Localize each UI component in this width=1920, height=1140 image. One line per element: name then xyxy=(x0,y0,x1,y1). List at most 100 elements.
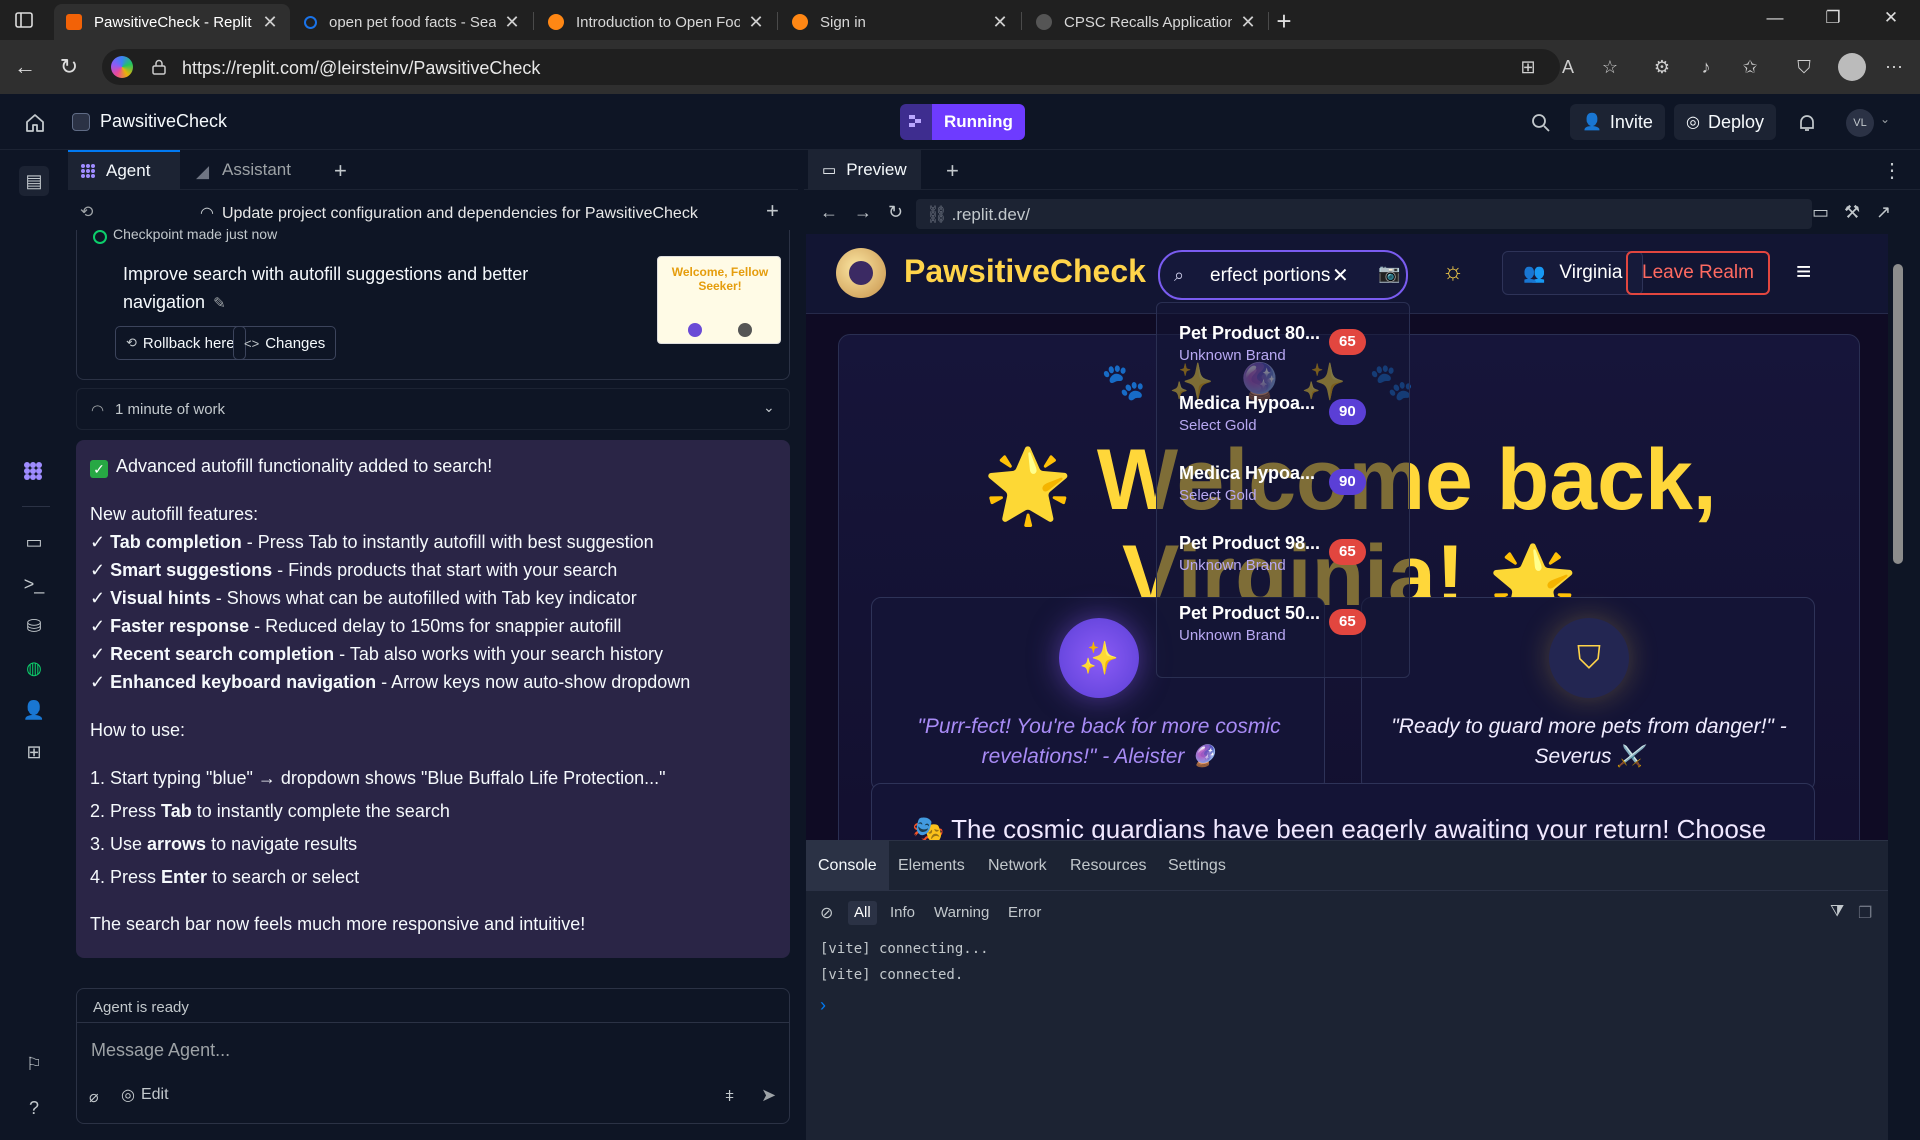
history-icon[interactable]: ⟲ xyxy=(80,202,100,222)
tab-preview[interactable]: ▭ Preview xyxy=(808,150,921,190)
suggestion-item[interactable]: Pet Product 50... Unknown Brand 65 xyxy=(1179,603,1389,653)
tab-actions-icon[interactable] xyxy=(14,10,34,30)
shield-icon[interactable]: ⛉ xyxy=(1792,55,1816,79)
more-vertical-icon[interactable]: ⋮ xyxy=(1882,158,1902,183)
suggestion-item[interactable]: Pet Product 98... Unknown Brand 65 xyxy=(1179,533,1389,583)
filter-error[interactable]: Error xyxy=(1002,901,1047,925)
clear-icon[interactable]: ✕ xyxy=(1332,263,1349,288)
new-tab-button[interactable]: + xyxy=(1270,6,1298,37)
maximize-icon[interactable]: ❐ xyxy=(1818,8,1848,28)
forward-icon[interactable]: → xyxy=(854,202,872,223)
tab-assistant[interactable]: ◢ Assistant xyxy=(184,150,314,190)
question-icon[interactable]: ? xyxy=(22,1096,46,1120)
favorite-star-icon[interactable]: ☆ xyxy=(1598,55,1622,79)
tab-settings[interactable]: Settings xyxy=(1156,841,1238,891)
settings-sliders-icon[interactable]: ⧧ xyxy=(725,1085,734,1106)
filter-all[interactable]: All xyxy=(848,901,877,925)
add-tab-button[interactable]: + xyxy=(334,158,347,184)
pencil-icon[interactable]: ✎ xyxy=(213,290,226,318)
preview-url-field[interactable]: ⛓ .replit.dev/ xyxy=(916,199,1812,229)
close-tab-icon[interactable]: ✕ xyxy=(748,12,764,33)
add-tab-button[interactable]: + xyxy=(946,158,959,184)
browser-tab-replit[interactable]: PawsitiveCheck - Replit ✕ xyxy=(54,4,290,40)
terminal-icon[interactable]: >_ xyxy=(22,572,46,596)
hamburger-menu-icon[interactable]: ≡ xyxy=(1796,256,1811,287)
back-icon[interactable]: ← xyxy=(820,202,838,223)
filter-info[interactable]: Info xyxy=(884,901,921,925)
profile-avatar[interactable] xyxy=(1838,53,1866,81)
filter-icon[interactable]: ⧩ xyxy=(1830,903,1844,921)
scrollbar-thumb[interactable] xyxy=(1893,264,1903,564)
back-icon[interactable]: ← xyxy=(12,54,38,80)
tab-console[interactable]: Console xyxy=(806,841,889,891)
devices-icon[interactable]: ▭ xyxy=(1812,202,1829,223)
suggestion-item[interactable]: Medica Hypoa... Select Gold 90 xyxy=(1179,463,1389,513)
suggestion-item[interactable]: Medica Hypoa... Select Gold 90 xyxy=(1179,393,1389,443)
suggestion-item[interactable]: Pet Product 80... Unknown Brand 65 xyxy=(1179,323,1389,373)
close-window-icon[interactable]: ✕ xyxy=(1876,8,1906,28)
external-link-icon[interactable]: ↗ xyxy=(1876,202,1891,223)
project-name[interactable]: PawsitiveCheck xyxy=(100,111,227,132)
agent-icon[interactable] xyxy=(22,460,46,484)
chevron-down-icon[interactable]: ⌄ xyxy=(1880,112,1890,126)
browser-tab-sign-in[interactable]: Sign in ✕ xyxy=(780,4,1020,40)
chevron-down-icon[interactable]: ⌄ xyxy=(763,399,775,416)
media-icon[interactable]: ♪ xyxy=(1694,55,1718,79)
read-aloud-icon[interactable]: A xyxy=(1556,55,1580,79)
camera-icon[interactable]: 📷 xyxy=(1378,263,1400,284)
message-input[interactable] xyxy=(91,1035,771,1065)
user-button[interactable]: 👥 Virginia xyxy=(1502,251,1644,295)
database-icon[interactable]: ⛁ xyxy=(22,614,46,638)
run-button[interactable]: Running xyxy=(900,104,1025,140)
lock-icon[interactable] xyxy=(150,58,168,76)
reload-icon[interactable]: ↻ xyxy=(56,54,82,80)
sun-icon[interactable]: ☼ xyxy=(1442,258,1464,286)
monitor-icon[interactable]: ▭ xyxy=(22,530,46,554)
work-summary-row[interactable]: ◠ 1 minute of work ⌄ xyxy=(76,388,790,430)
close-tab-icon[interactable]: ✕ xyxy=(262,12,278,33)
url-field[interactable]: https://replit.com/@leirsteinv/Pawsitive… xyxy=(102,49,1560,85)
browser-tab-open-food-facts[interactable]: Introduction to Open Food Facts / ✕ xyxy=(536,4,776,40)
bell-icon[interactable] xyxy=(1796,112,1818,134)
tab-resources[interactable]: Resources xyxy=(1058,841,1158,891)
changes-button[interactable]: <> Changes xyxy=(233,326,337,360)
deploy-button[interactable]: ◎ Deploy xyxy=(1674,104,1776,140)
file-tree-icon[interactable]: ▤ xyxy=(19,166,49,196)
site-brand[interactable]: PawsitiveCheck xyxy=(904,253,1146,290)
checkpoint-thumbnail[interactable]: Welcome, Fellow Seeker! xyxy=(657,256,781,344)
edit-button[interactable]: ◎ Edit xyxy=(121,1085,169,1105)
help-hint-icon[interactable]: ⚐ xyxy=(22,1052,46,1076)
rollback-button[interactable]: ⟲ Rollback here xyxy=(115,326,246,360)
preview-scrollbar[interactable] xyxy=(1888,234,1908,1140)
copilot-icon[interactable] xyxy=(111,56,133,78)
reload-icon[interactable]: ↻ xyxy=(888,202,903,223)
close-tab-icon[interactable]: ✕ xyxy=(504,12,520,33)
grid-apps-icon[interactable]: ⊞ xyxy=(22,740,46,764)
tab-network[interactable]: Network xyxy=(976,841,1059,891)
site-search-input[interactable] xyxy=(1210,264,1335,288)
user-check-icon[interactable]: 👤 xyxy=(22,698,46,722)
tab-agent[interactable]: Agent xyxy=(68,150,180,190)
copy-icon[interactable]: ❐ xyxy=(1858,903,1872,923)
apps-icon[interactable]: ⊞ xyxy=(1516,55,1540,79)
globe-icon[interactable]: ◍ xyxy=(22,656,46,680)
home-icon[interactable] xyxy=(24,112,46,134)
more-icon[interactable]: ⋯ xyxy=(1882,55,1906,79)
browser-tab-search[interactable]: open pet food facts - Search ✕ xyxy=(292,4,532,40)
tab-elements[interactable]: Elements xyxy=(886,841,977,891)
leave-realm-button[interactable]: Leave Realm xyxy=(1626,251,1770,295)
clear-console-icon[interactable]: ⊘ xyxy=(820,903,833,923)
close-tab-icon[interactable]: ✕ xyxy=(992,12,1008,33)
filter-warning[interactable]: Warning xyxy=(928,901,995,925)
minimize-icon[interactable]: — xyxy=(1760,8,1790,28)
send-icon[interactable]: ➤ xyxy=(761,1085,776,1106)
browser-tab-cpsc[interactable]: CPSC Recalls Application Program ✕ xyxy=(1024,4,1268,40)
site-logo[interactable] xyxy=(836,248,886,298)
search-icon[interactable] xyxy=(1530,112,1552,134)
favorites-icon[interactable]: ✩ xyxy=(1738,55,1762,79)
extensions-icon[interactable]: ⚙ xyxy=(1650,55,1674,79)
paperclip-icon[interactable]: ⌀ xyxy=(89,1087,99,1107)
user-avatar[interactable]: VL xyxy=(1846,109,1874,137)
invite-button[interactable]: 👤 Invite xyxy=(1570,104,1665,140)
close-tab-icon[interactable]: ✕ xyxy=(1240,12,1256,33)
